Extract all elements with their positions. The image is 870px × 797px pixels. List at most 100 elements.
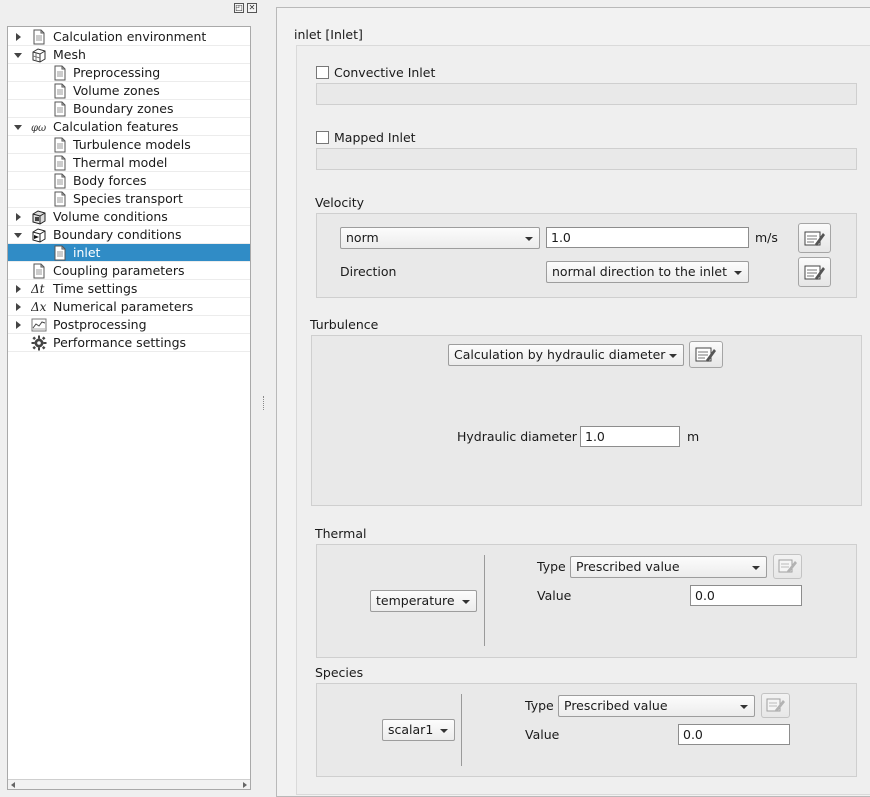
- species-value-field[interactable]: 0.0: [678, 724, 790, 745]
- formula-edit-icon: [778, 559, 797, 573]
- tree-item-label: Postprocessing: [53, 317, 147, 332]
- expanded-arrow-icon[interactable]: [14, 233, 22, 238]
- tree-item[interactable]: Coupling parameters: [8, 262, 250, 280]
- tree-item[interactable]: φω Calculation features: [8, 118, 250, 136]
- tree-item-label: Boundary conditions: [53, 227, 182, 242]
- tree-item[interactable]: Thermal model: [8, 154, 250, 172]
- velocity-unit: m/s: [755, 230, 778, 245]
- thermal-type-label: Type: [537, 559, 566, 574]
- chevron-down-icon: [669, 354, 677, 358]
- collapsed-arrow-icon[interactable]: [16, 321, 21, 329]
- tree-item[interactable]: Δt Time settings: [8, 280, 250, 298]
- tree-item[interactable]: Body forces: [8, 172, 250, 190]
- velocity-value-field[interactable]: 1.0: [546, 227, 749, 248]
- thermal-type-value: Prescribed value: [576, 559, 680, 574]
- tree-item-label: Coupling parameters: [53, 263, 185, 278]
- convective-inlet-group: [316, 83, 857, 105]
- document-icon: [52, 65, 68, 81]
- document-icon: [52, 155, 68, 171]
- tree-item[interactable]: Boundary zones: [8, 100, 250, 118]
- turbulence-formula-button[interactable]: [689, 341, 723, 368]
- delta-t-icon: Δt: [30, 281, 47, 297]
- svg-text:φω: φω: [31, 123, 46, 134]
- tree-item-label: Calculation features: [53, 119, 179, 134]
- tree-item-label: Time settings: [53, 281, 138, 296]
- species-type-value: Prescribed value: [564, 698, 668, 713]
- hydraulic-diameter-unit: m: [687, 429, 700, 444]
- turbulence-choice-combo[interactable]: Calculation by hydraulic diameter: [448, 344, 684, 366]
- tree-item[interactable]: Volume zones: [8, 82, 250, 100]
- collapsed-arrow-icon[interactable]: [16, 213, 21, 221]
- tree-horizontal-scrollbar[interactable]: [8, 779, 250, 789]
- collapsed-arrow-icon[interactable]: [16, 303, 21, 311]
- chevron-down-icon: [752, 566, 760, 570]
- direction-formula-button[interactable]: [798, 257, 831, 287]
- tree-item[interactable]: Preprocessing: [8, 64, 250, 82]
- tree-item[interactable]: Species transport: [8, 190, 250, 208]
- tree-item[interactable]: Turbulence models: [8, 136, 250, 154]
- turbulence-choice-value: Calculation by hydraulic diameter: [454, 347, 666, 362]
- tree-item[interactable]: Boundary conditions: [8, 226, 250, 244]
- velocity-choice-combo[interactable]: norm: [340, 227, 540, 249]
- mapped-inlet-label: Mapped Inlet: [334, 130, 416, 145]
- tree-item-label: inlet: [73, 245, 101, 260]
- document-icon: [52, 191, 68, 207]
- tree-item[interactable]: Postprocessing: [8, 316, 250, 334]
- tree-item-label: Boundary zones: [73, 101, 174, 116]
- tree-item[interactable]: Performance settings: [8, 334, 250, 352]
- thermal-formula-button[interactable]: [773, 554, 802, 579]
- tree-item-label: Turbulence models: [73, 137, 191, 152]
- splitter-handle[interactable]: [263, 396, 265, 410]
- turbulence-title: Turbulence: [310, 317, 379, 332]
- species-formula-button[interactable]: [761, 693, 790, 718]
- document-icon: [52, 137, 68, 153]
- tree-item[interactable]: inlet: [8, 244, 250, 262]
- document-icon: [52, 245, 68, 261]
- tree-item[interactable]: Calculation environment: [8, 28, 250, 46]
- float-dock-button[interactable]: ◰: [234, 3, 244, 13]
- delta-x-icon: Δx: [30, 299, 47, 315]
- chevron-down-icon: [740, 705, 748, 709]
- tree-item-label: Body forces: [73, 173, 147, 188]
- thermal-value-field[interactable]: 0.0: [690, 585, 802, 606]
- tree-item[interactable]: Mesh: [8, 46, 250, 64]
- collapsed-arrow-icon[interactable]: [16, 285, 21, 293]
- panel-title: inlet [Inlet]: [294, 27, 363, 42]
- thermal-variable-value: temperature: [376, 593, 455, 608]
- convective-inlet-checkbox[interactable]: [316, 66, 329, 79]
- chart-icon: [31, 317, 47, 333]
- phi-icon: φω: [31, 119, 47, 135]
- thermal-separator: [484, 555, 485, 646]
- collapsed-arrow-icon[interactable]: [16, 33, 21, 41]
- tree-item[interactable]: Δx Numerical parameters: [8, 298, 250, 316]
- navigation-tree[interactable]: Calculation environment Mesh Preprocessing…: [7, 26, 251, 790]
- expanded-arrow-icon[interactable]: [14, 53, 22, 58]
- convective-inlet-label: Convective Inlet: [334, 65, 436, 80]
- direction-label: Direction: [340, 264, 397, 279]
- velocity-title: Velocity: [315, 195, 365, 210]
- direction-combo[interactable]: normal direction to the inlet: [546, 261, 749, 283]
- tree-item-label: Calculation environment: [53, 29, 207, 44]
- document-icon: [52, 101, 68, 117]
- chevron-down-icon: [525, 237, 533, 241]
- expanded-arrow-icon[interactable]: [14, 125, 22, 130]
- velocity-group: [316, 213, 857, 298]
- document-icon: [31, 263, 47, 279]
- velocity-formula-button[interactable]: [798, 223, 831, 253]
- tree-item-label: Volume zones: [73, 83, 160, 98]
- species-title: Species: [315, 665, 364, 680]
- tree-item-label: Numerical parameters: [53, 299, 194, 314]
- species-variable-combo[interactable]: scalar1: [382, 719, 455, 741]
- mapped-inlet-checkbox[interactable]: [316, 131, 329, 144]
- svg-text:Δt: Δt: [31, 282, 45, 296]
- close-dock-button[interactable]: ✕: [247, 3, 257, 13]
- tree-item-label: Performance settings: [53, 335, 187, 350]
- thermal-variable-combo[interactable]: temperature: [370, 590, 477, 612]
- thermal-title: Thermal: [315, 526, 367, 541]
- formula-edit-icon: [804, 265, 825, 280]
- formula-edit-icon: [804, 231, 825, 246]
- species-type-combo[interactable]: Prescribed value: [558, 695, 755, 717]
- tree-item[interactable]: Volume conditions: [8, 208, 250, 226]
- thermal-type-combo[interactable]: Prescribed value: [570, 556, 767, 578]
- hydraulic-diameter-field[interactable]: 1.0: [580, 426, 680, 447]
